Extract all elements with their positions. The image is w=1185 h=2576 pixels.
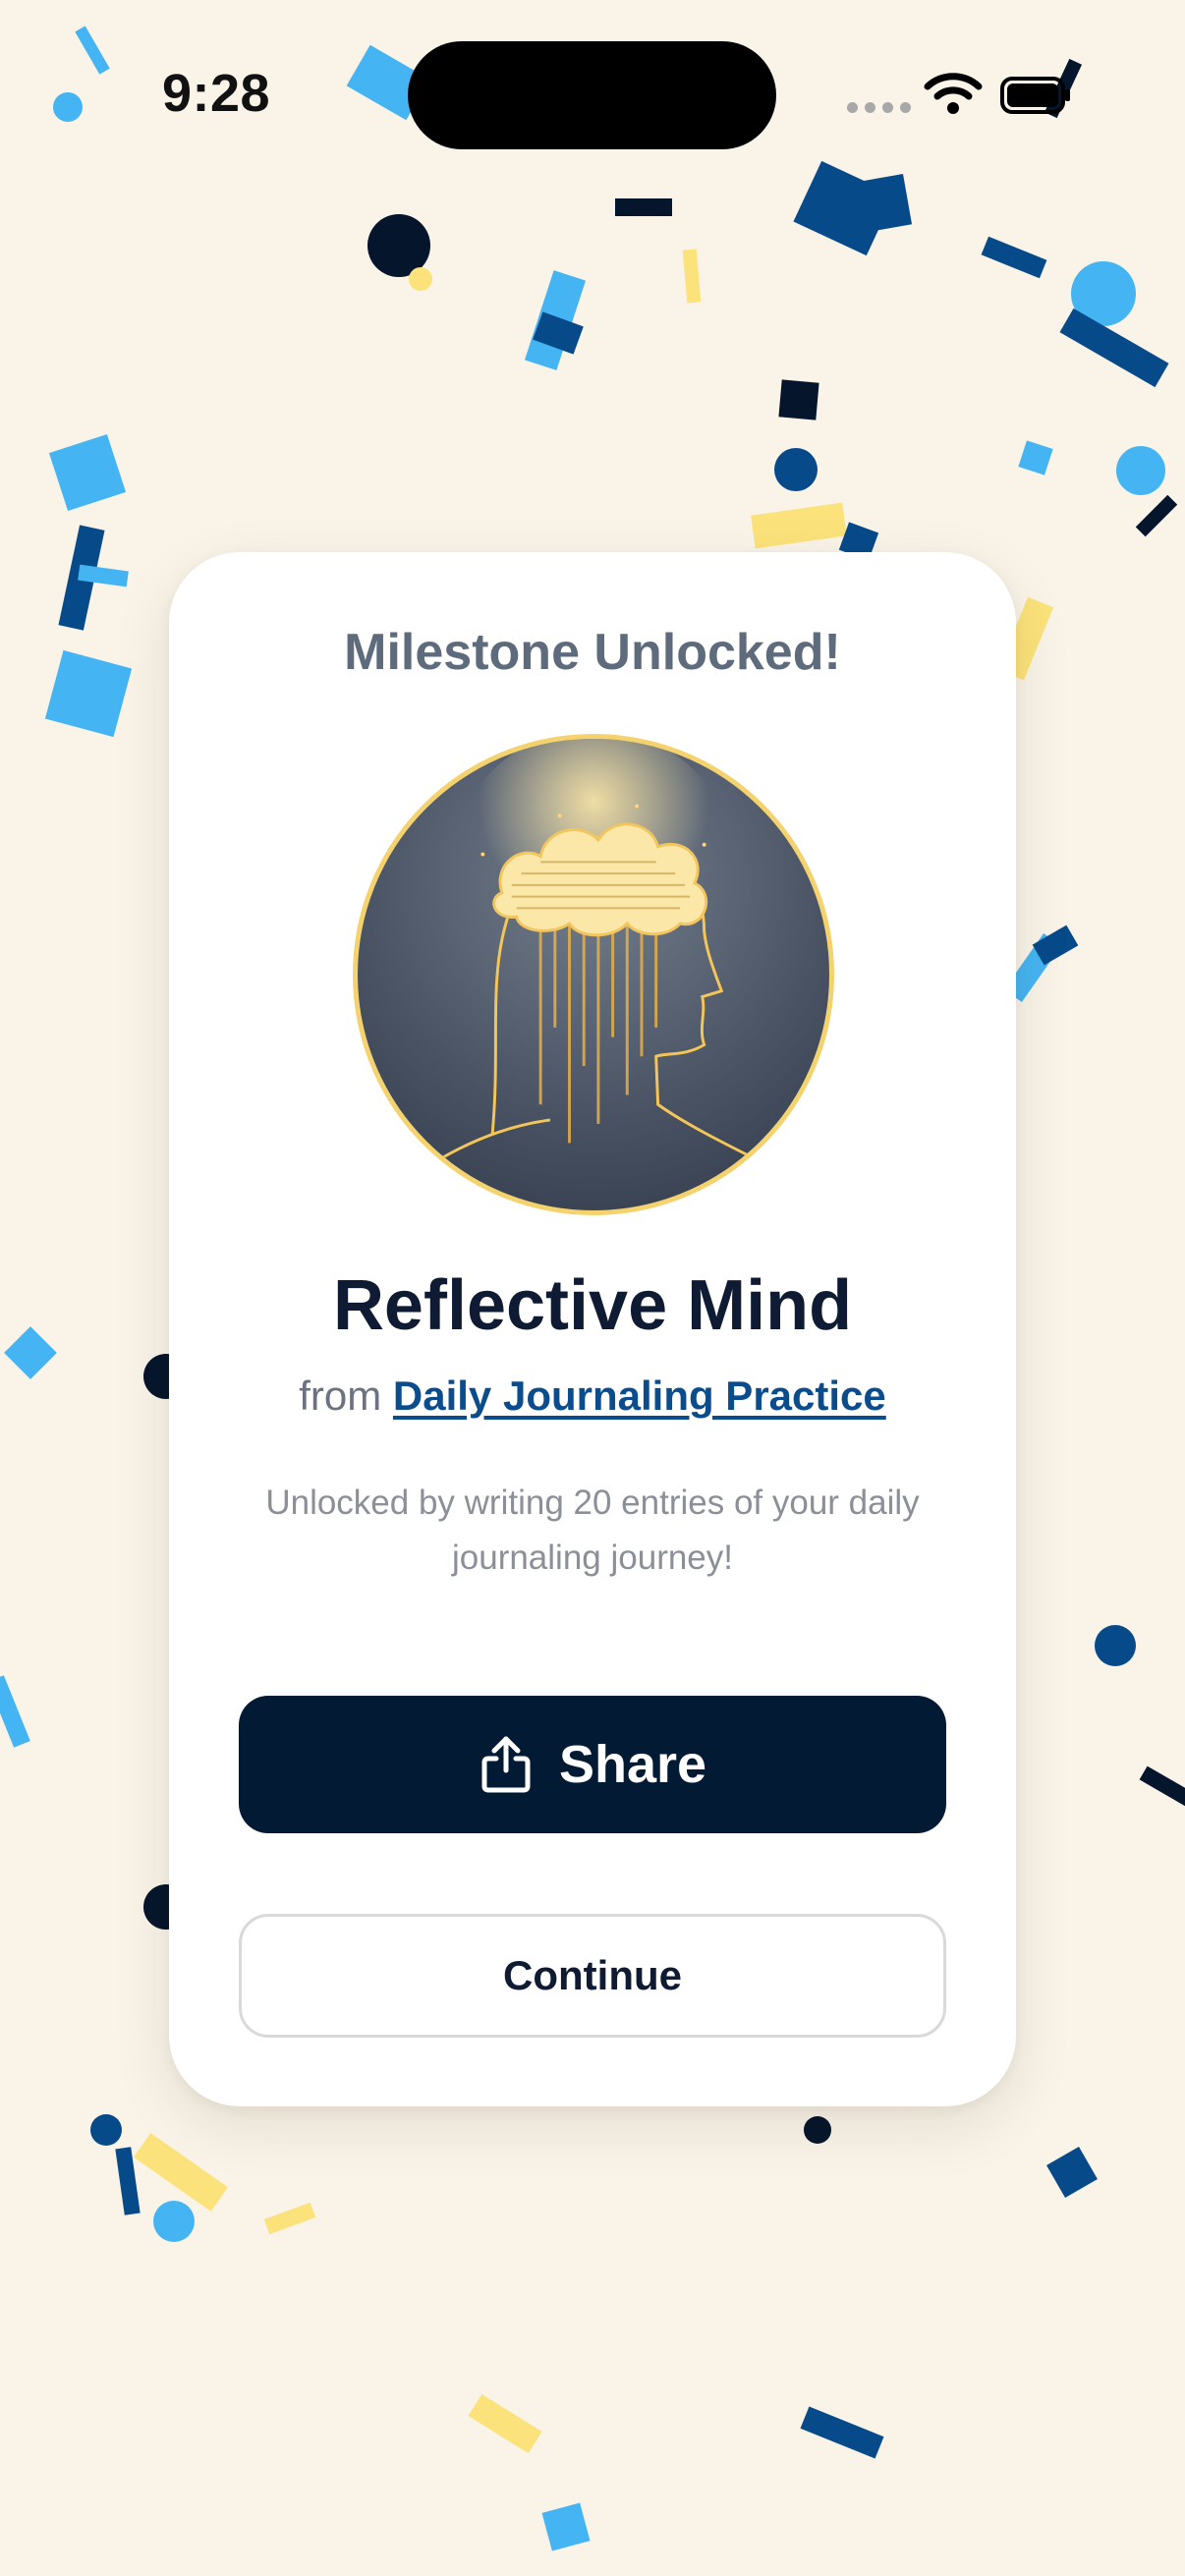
confetti-piece bbox=[1018, 440, 1053, 476]
confetti-piece bbox=[44, 649, 133, 738]
milestone-heading: Milestone Unlocked! bbox=[344, 624, 841, 681]
practice-link[interactable]: Daily Journaling Practice bbox=[393, 1372, 886, 1419]
battery-icon bbox=[1000, 77, 1070, 114]
milestone-badge bbox=[353, 734, 834, 1215]
milestone-title: Reflective Mind bbox=[332, 1266, 853, 1345]
wifi-icon bbox=[924, 73, 983, 114]
confetti-piece bbox=[800, 2406, 884, 2459]
confetti-piece bbox=[1116, 446, 1165, 495]
confetti-piece bbox=[615, 198, 672, 216]
confetti-piece bbox=[1135, 494, 1178, 537]
confetti-piece bbox=[53, 92, 83, 122]
confetti-piece bbox=[541, 2502, 591, 2551]
thinking-head-icon bbox=[433, 739, 763, 1164]
continue-button[interactable]: Continue bbox=[239, 1914, 946, 2038]
confetti-piece bbox=[0, 1675, 30, 1748]
confetti-piece bbox=[804, 2116, 831, 2144]
status-time: 9:28 bbox=[162, 64, 271, 123]
continue-label: Continue bbox=[503, 1952, 682, 1998]
cellular-signal-icon bbox=[847, 102, 911, 113]
milestone-card: Milestone Unlocked! Reflective Mind from… bbox=[169, 552, 1016, 2106]
milestone-description: Unlocked by writing 20 entries of your d… bbox=[265, 1484, 920, 1577]
confetti-piece bbox=[682, 249, 702, 304]
confetti-piece bbox=[981, 236, 1047, 279]
confetti-piece bbox=[409, 267, 432, 291]
confetti-piece bbox=[1139, 1765, 1185, 1807]
share-label: Share bbox=[558, 1735, 707, 1794]
milestone-source: from Daily Journaling Practice bbox=[169, 1372, 1016, 1420]
confetti-piece bbox=[48, 433, 127, 512]
confetti-piece bbox=[90, 2114, 122, 2146]
share-button[interactable]: Share bbox=[239, 1696, 946, 1833]
confetti-piece bbox=[1046, 2147, 1098, 2198]
confetti-piece bbox=[468, 2393, 542, 2454]
confetti-piece bbox=[153, 2201, 195, 2242]
confetti-piece bbox=[778, 379, 819, 420]
confetti-piece bbox=[4, 1326, 57, 1379]
confetti-piece bbox=[1095, 1625, 1136, 1666]
dynamic-island bbox=[408, 41, 776, 149]
share-icon bbox=[481, 1736, 531, 1793]
confetti-piece bbox=[134, 2133, 228, 2212]
confetti-piece bbox=[774, 448, 818, 491]
milestone-screen: 9:28 Milestone Unlocked! Reflective Mind… bbox=[0, 0, 1185, 2576]
from-prefix: from bbox=[299, 1372, 382, 1419]
confetti-piece bbox=[751, 502, 847, 549]
confetti-piece bbox=[263, 2202, 316, 2235]
confetti-piece bbox=[842, 174, 913, 235]
confetti-piece bbox=[75, 26, 110, 75]
